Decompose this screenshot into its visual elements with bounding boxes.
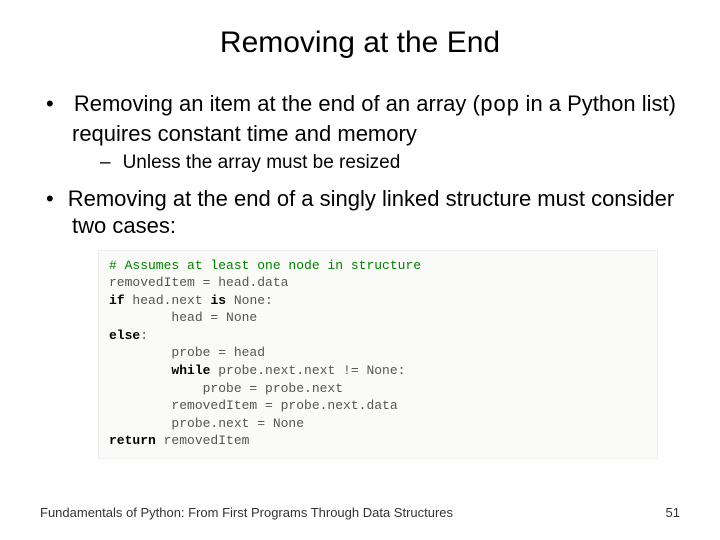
footer-text: Fundamentals of Python: From First Progr… [40, 505, 453, 520]
code-line-7: probe.next.next != None: [210, 363, 405, 378]
slide-body: Removing an item at the end of an array … [0, 90, 720, 459]
bullet-1-sub-1: Unless the array must be resized [100, 151, 680, 175]
page-number: 51 [666, 505, 680, 520]
code-line-6: probe = head [109, 345, 265, 360]
code-line-9: removedItem = probe.next.data [109, 398, 398, 413]
bullet-list: Removing an item at the end of an array … [40, 90, 680, 240]
code-kw-return: return [109, 433, 156, 448]
code-comment: # Assumes at least one node in structure [109, 258, 421, 273]
code-line-3b: None: [226, 293, 273, 308]
bullet-2: Removing at the end of a singly linked s… [40, 185, 680, 240]
code-line-5: : [140, 328, 148, 343]
footer: Fundamentals of Python: From First Progr… [40, 505, 680, 520]
code-line-4: head = None [109, 310, 257, 325]
code-line-11: removedItem [156, 433, 250, 448]
code-line-8: probe = probe.next [109, 381, 343, 396]
code-line-3a: head.next [125, 293, 211, 308]
code-kw-while: while [109, 363, 210, 378]
slide-title: Removing at the End [0, 0, 720, 90]
bullet-1-text-prefix: Removing an item at the end of an array … [74, 91, 480, 116]
code-kw-if: if [109, 293, 125, 308]
bullet-1: Removing an item at the end of an array … [40, 90, 680, 175]
code-kw-is: is [210, 293, 226, 308]
code-line-10: probe.next = None [109, 416, 304, 431]
slide: Removing at the End Removing an item at … [0, 0, 720, 540]
bullet-1-sublist: Unless the array must be resized [72, 151, 680, 175]
code-kw-else: else [109, 328, 140, 343]
pop-code-span: pop [480, 93, 520, 118]
code-line-2: removedItem = head.data [109, 275, 288, 290]
code-block: # Assumes at least one node in structure… [98, 250, 658, 459]
